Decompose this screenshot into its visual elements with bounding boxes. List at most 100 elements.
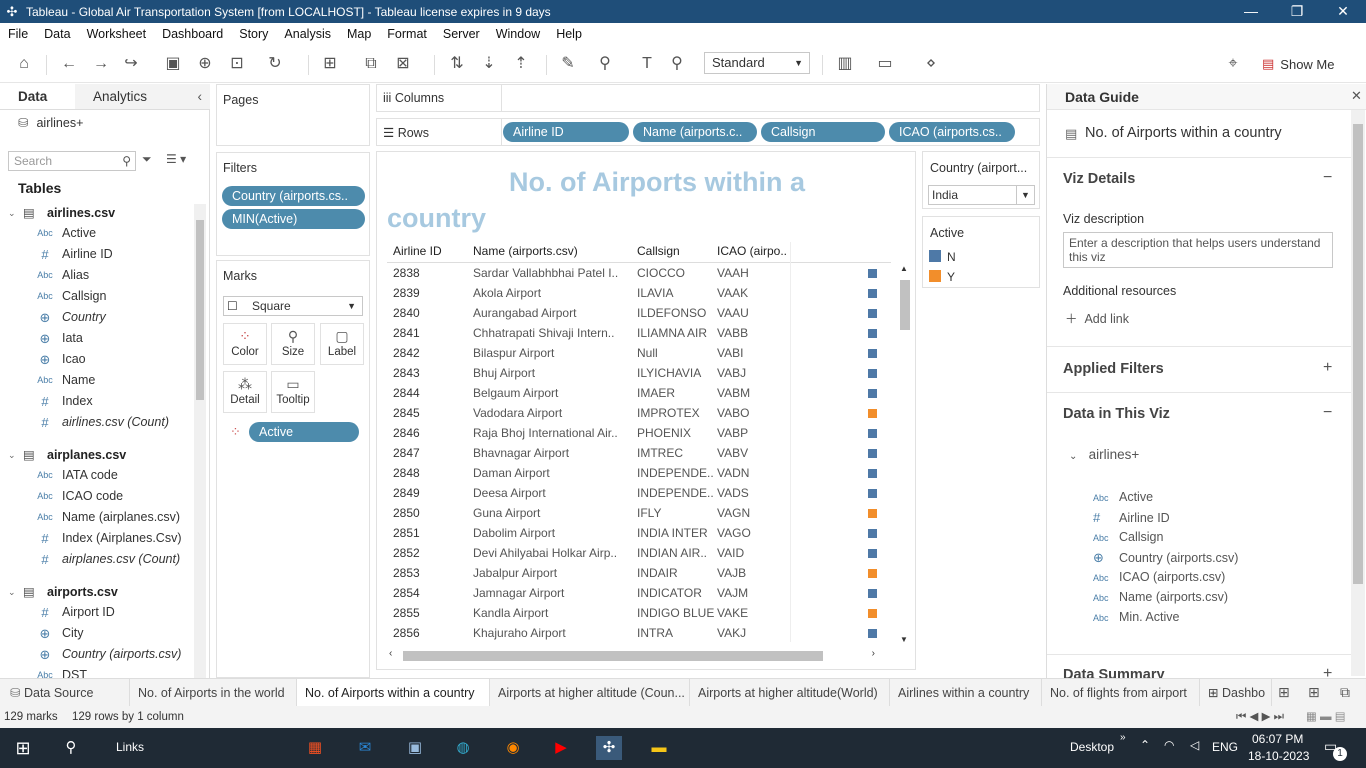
table-row[interactable]: 2843 Bhuj Airport ILYICHAVIA VABJ xyxy=(387,363,891,383)
highlight-icon[interactable]: ✎ xyxy=(557,53,579,75)
chevron-icon[interactable]: » xyxy=(1120,732,1126,743)
new-worksheet-icon[interactable]: ⊞ xyxy=(1278,684,1290,701)
square-mark[interactable] xyxy=(868,469,877,478)
table-row[interactable]: 2840 Aurangabad Airport ILDEFONSO VAAU xyxy=(387,303,891,323)
menu-analysis[interactable]: Analysis xyxy=(276,27,339,41)
scroll-up-icon[interactable]: ▲ xyxy=(900,264,908,273)
square-mark[interactable] xyxy=(868,409,877,418)
data-in-viz-heading[interactable]: Data in This Viz xyxy=(1063,406,1170,422)
home-icon[interactable]: ⌂ xyxy=(13,53,35,75)
collapse-minus-icon[interactable]: − xyxy=(1323,404,1332,422)
refresh-icon[interactable]: ↻ xyxy=(264,53,286,75)
field-callsign[interactable]: Abc Callsign xyxy=(0,286,190,307)
save-icon[interactable]: ▣ xyxy=(162,53,184,75)
square-mark[interactable] xyxy=(868,429,877,438)
taskbar-desktop[interactable]: Desktop xyxy=(1070,740,1114,754)
new-story-icon[interactable]: ⧉ xyxy=(1340,684,1350,701)
table-row[interactable]: 2855 Kandla Airport INDIGO BLUE VAKE xyxy=(387,603,891,623)
volume-icon[interactable]: ◁ xyxy=(1190,738,1199,752)
field-name[interactable]: Abc Name xyxy=(0,370,190,391)
fit-mode-select[interactable]: Standard ▼ xyxy=(704,52,810,74)
square-mark[interactable] xyxy=(868,589,877,598)
sort-desc-icon[interactable]: ⇡ xyxy=(510,53,532,75)
square-mark[interactable] xyxy=(868,289,877,298)
expand-plus-icon[interactable]: + xyxy=(1323,359,1332,377)
restore-button[interactable]: ❐ xyxy=(1274,0,1320,23)
table-row[interactable]: 2856 Khajuraho Airport INTRA VAKJ xyxy=(387,623,891,643)
table-row[interactable]: 2838 Sardar Vallabhbhai Patel I.. CIOCCO VA… xyxy=(387,263,891,283)
table-row[interactable]: 2841 Chhatrapati Shivaji Intern.. ILIAMNA … xyxy=(387,323,891,343)
square-mark[interactable] xyxy=(868,609,877,618)
field-alias[interactable]: Abc Alias xyxy=(0,265,190,286)
tab-data[interactable]: Data xyxy=(0,84,75,109)
search-input[interactable]: Search ⚲ xyxy=(8,151,136,171)
menu-worksheet[interactable]: Worksheet xyxy=(79,27,155,41)
field-airport-id[interactable]: # Airport ID xyxy=(0,602,190,623)
file-explorer-icon[interactable]: ▬ xyxy=(646,736,672,760)
sheet-nav-icons[interactable]: ⏮ ◀ ▶ ⏭ xyxy=(1236,706,1284,728)
clock-time[interactable]: 06:07 PM xyxy=(1252,732,1303,746)
menu-story[interactable]: Story xyxy=(231,27,276,41)
new-dashboard-icon[interactable]: ⊞ xyxy=(1308,684,1320,701)
data-pane-scrollbar[interactable] xyxy=(194,204,206,678)
square-mark[interactable] xyxy=(868,529,877,538)
data-guide-field-airline-id[interactable]: # Airline ID xyxy=(1093,510,1170,525)
square-mark[interactable] xyxy=(868,449,877,458)
filter-icon[interactable]: ⏷ xyxy=(142,152,152,167)
field-airline-id[interactable]: # Airline ID xyxy=(0,244,190,265)
data-guide-field-country-airports-csv[interactable]: ⊕ Country (airports.csv) xyxy=(1093,550,1238,566)
square-mark[interactable] xyxy=(868,369,877,378)
square-mark[interactable] xyxy=(868,269,877,278)
data-source-expander[interactable]: ⌄ airlines+ xyxy=(1069,447,1139,462)
viz-vertical-scrollbar[interactable]: ▲ ▼ xyxy=(897,264,911,644)
collapse-minus-icon[interactable]: − xyxy=(1323,169,1332,187)
tab-sheet-flights-airport[interactable]: No. of flights from airport xyxy=(1042,679,1200,707)
row-pill-icao[interactable]: ICAO (airports.cs.. xyxy=(889,122,1015,142)
table-row[interactable]: 2842 Bilaspur Airport Null VABI xyxy=(387,343,891,363)
viz-description-input[interactable]: Enter a description that helps users und… xyxy=(1063,232,1333,268)
table-row[interactable]: 2844 Belgaum Airport IMAER VABM xyxy=(387,383,891,403)
group-icon[interactable]: ⚲ xyxy=(594,53,616,75)
table-row[interactable]: 2848 Daman Airport INDEPENDE.. VADN xyxy=(387,463,891,483)
tab-analytics[interactable]: Analytics xyxy=(75,84,170,109)
taskbar-links[interactable]: Links xyxy=(116,740,144,754)
minimize-button[interactable]: — xyxy=(1228,0,1274,23)
new-datasource-icon[interactable]: ⊕ xyxy=(194,53,216,75)
field-icao[interactable]: ⊕ Icao xyxy=(0,349,190,370)
data-guide-scrollbar[interactable] xyxy=(1351,110,1365,676)
tab-data-source[interactable]: ⛁ Data Source xyxy=(0,679,130,707)
filter-pill-country[interactable]: Country (airports.cs.. xyxy=(222,186,365,206)
data-guide-field-icao-airports-csv[interactable]: Abc ICAO (airports.csv) xyxy=(1093,570,1225,584)
menu-window[interactable]: Window xyxy=(488,27,548,41)
computer-icon[interactable]: ▣ xyxy=(402,736,428,760)
table-row[interactable]: 2845 Vadodara Airport IMPROTEX VABO xyxy=(387,403,891,423)
data-guide-field-active[interactable]: Abc Active xyxy=(1093,490,1153,504)
store-icon[interactable]: ▦ xyxy=(302,736,328,760)
redo-icon[interactable]: → xyxy=(90,53,112,75)
share-icon[interactable]: ⋄ xyxy=(920,53,942,75)
field-active[interactable]: Abc Active xyxy=(0,223,190,244)
col-header-icao[interactable]: ICAO (airpo.. xyxy=(717,244,787,258)
legend-item-y[interactable]: Y xyxy=(923,267,1039,287)
legend-item-n[interactable]: N xyxy=(923,247,1039,267)
menu-server[interactable]: Server xyxy=(435,27,488,41)
row-pill-airline-id[interactable]: Airline ID xyxy=(503,122,629,142)
youtube-icon[interactable]: ▶ xyxy=(548,736,574,760)
field-icao-code[interactable]: Abc ICAO code xyxy=(0,486,190,507)
show-me-button[interactable]: ▤ Show Me xyxy=(1262,56,1335,72)
table-row[interactable]: 2849 Deesa Airport INDEPENDE.. VADS xyxy=(387,483,891,503)
add-link-button[interactable]: ＋ Add link xyxy=(1065,308,1129,327)
data-guide-field-callsign[interactable]: Abc Callsign xyxy=(1093,530,1163,544)
table-row[interactable]: 2846 Raja Bhoj International Air.. PHOENIX… xyxy=(387,423,891,443)
field-country-airports-csv[interactable]: ⊕ Country (airports.csv) xyxy=(0,644,190,665)
presentation-icon[interactable]: ▥ xyxy=(834,53,856,75)
field-index-airplanes-csv[interactable]: # Index (Airplanes.Csv) xyxy=(0,528,190,549)
replay-icon[interactable]: ↪ xyxy=(120,53,142,75)
tableau-taskbar-icon[interactable]: ✣ xyxy=(596,736,622,760)
mail-icon[interactable]: ✉ xyxy=(352,736,378,760)
table-row[interactable]: 2854 Jamnagar Airport INDICATOR VAJM xyxy=(387,583,891,603)
col-header-callsign[interactable]: Callsign xyxy=(637,244,680,258)
tab-dashboard[interactable]: ⊞ Dashbo xyxy=(1200,679,1272,707)
swap-icon[interactable]: ⇅ xyxy=(446,53,468,75)
format-painter-icon[interactable]: ⌖ xyxy=(1222,53,1244,75)
